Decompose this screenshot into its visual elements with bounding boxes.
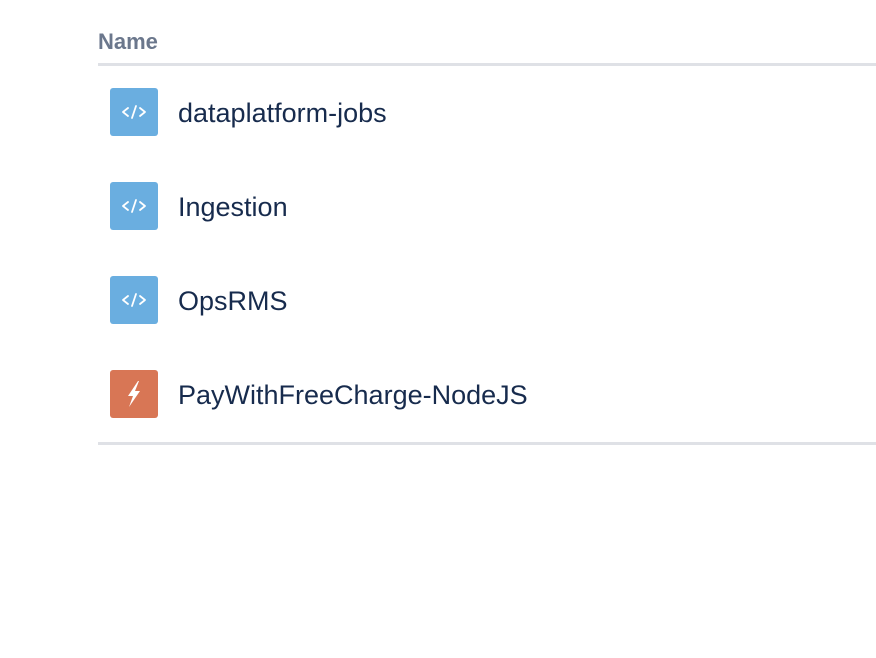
code-icon <box>110 88 158 136</box>
table-body: dataplatform-jobs Ingestion OpsRMS PayWi… <box>98 66 876 445</box>
row-name-link[interactable]: OpsRMS <box>178 285 288 317</box>
table-row[interactable]: dataplatform-jobs <box>98 66 876 160</box>
row-name-link[interactable]: PayWithFreeCharge-NodeJS <box>178 379 528 411</box>
table-header: Name <box>98 0 876 66</box>
table-row[interactable]: Ingestion <box>98 160 876 254</box>
row-name-link[interactable]: dataplatform-jobs <box>178 97 387 129</box>
table-row[interactable]: PayWithFreeCharge-NodeJS <box>98 348 876 442</box>
repository-table: Name dataplatform-jobs Ingestion OpsRMS … <box>98 0 876 445</box>
name-column-header[interactable]: Name <box>98 29 158 55</box>
code-icon <box>110 182 158 230</box>
row-name-link[interactable]: Ingestion <box>178 191 288 223</box>
code-icon <box>110 276 158 324</box>
lightning-icon <box>110 370 158 418</box>
table-row[interactable]: OpsRMS <box>98 254 876 348</box>
